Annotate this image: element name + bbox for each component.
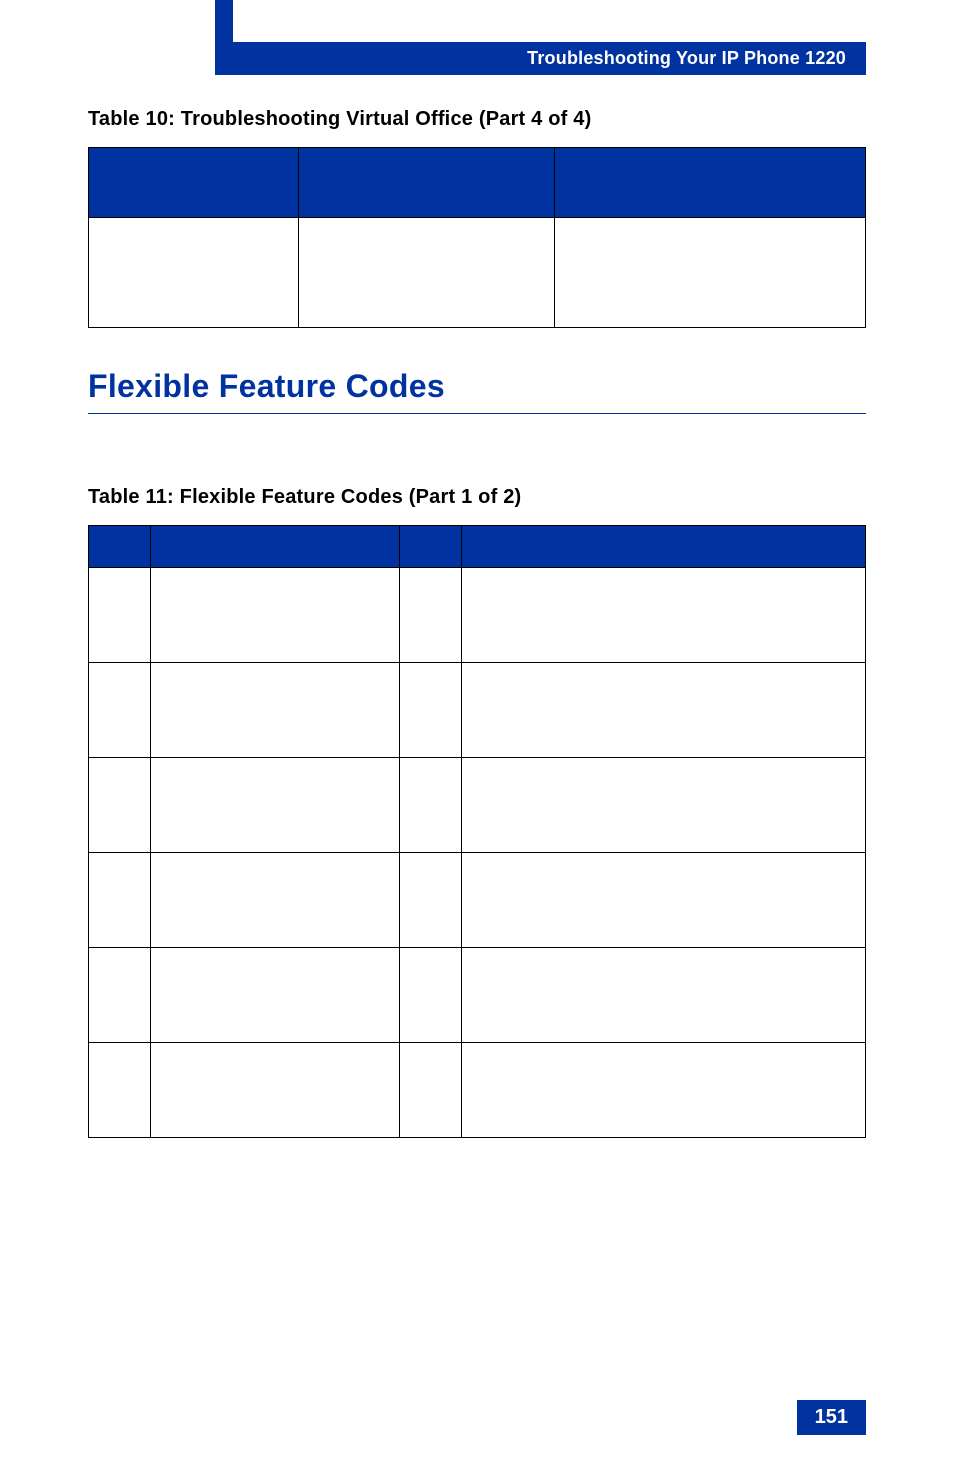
table10-header-3 (555, 148, 866, 218)
table11-cell (151, 853, 400, 948)
table11-header-3 (399, 526, 461, 568)
page-header: Troubleshooting Your IP Phone 1220 (233, 42, 866, 75)
table10-cell (89, 218, 299, 328)
table11-cell (89, 948, 151, 1043)
table11-cell (399, 1043, 461, 1138)
table10 (88, 147, 866, 328)
table11-cell (399, 663, 461, 758)
table11-caption: Table 11: Flexible Feature Codes (Part 1… (88, 486, 866, 509)
table10-caption: Table 10: Troubleshooting Virtual Office… (88, 108, 866, 131)
section-heading: Flexible Feature Codes (88, 368, 866, 414)
document-page: Troubleshooting Your IP Phone 1220 Table… (0, 0, 954, 1475)
table11-cell (461, 758, 865, 853)
table11-cell (89, 1043, 151, 1138)
table11-cell (461, 948, 865, 1043)
table11-cell (399, 948, 461, 1043)
table11-cell (151, 1043, 400, 1138)
table11-cell (151, 663, 400, 758)
table10-header-1 (89, 148, 299, 218)
table-row (89, 663, 866, 758)
table-header-row (89, 526, 866, 568)
table11-header-4 (461, 526, 865, 568)
table10-cell (555, 218, 866, 328)
table11-cell (89, 853, 151, 948)
table-header-row (89, 148, 866, 218)
table11-cell (89, 663, 151, 758)
page-content: Table 10: Troubleshooting Virtual Office… (88, 108, 866, 1178)
table-row (89, 568, 866, 663)
table11-cell (399, 568, 461, 663)
table11-cell (89, 758, 151, 853)
table10-cell (298, 218, 554, 328)
table11-cell (461, 568, 865, 663)
table11-cell (151, 758, 400, 853)
table11-header-2 (151, 526, 400, 568)
table11-cell (461, 1043, 865, 1138)
table11-header-1 (89, 526, 151, 568)
table11-cell (399, 853, 461, 948)
table11 (88, 525, 866, 1138)
table11-cell (461, 853, 865, 948)
table11-cell (399, 758, 461, 853)
table-row (89, 948, 866, 1043)
table11-cell (461, 663, 865, 758)
table11-cell (151, 568, 400, 663)
table-row (89, 758, 866, 853)
table-row (89, 218, 866, 328)
header-title: Troubleshooting Your IP Phone 1220 (527, 48, 846, 69)
table-row (89, 1043, 866, 1138)
table10-header-2 (298, 148, 554, 218)
side-strip-decoration (215, 0, 233, 75)
table11-cell (89, 568, 151, 663)
table-row (89, 853, 866, 948)
table11-cell (151, 948, 400, 1043)
page-number: 151 (797, 1400, 866, 1435)
